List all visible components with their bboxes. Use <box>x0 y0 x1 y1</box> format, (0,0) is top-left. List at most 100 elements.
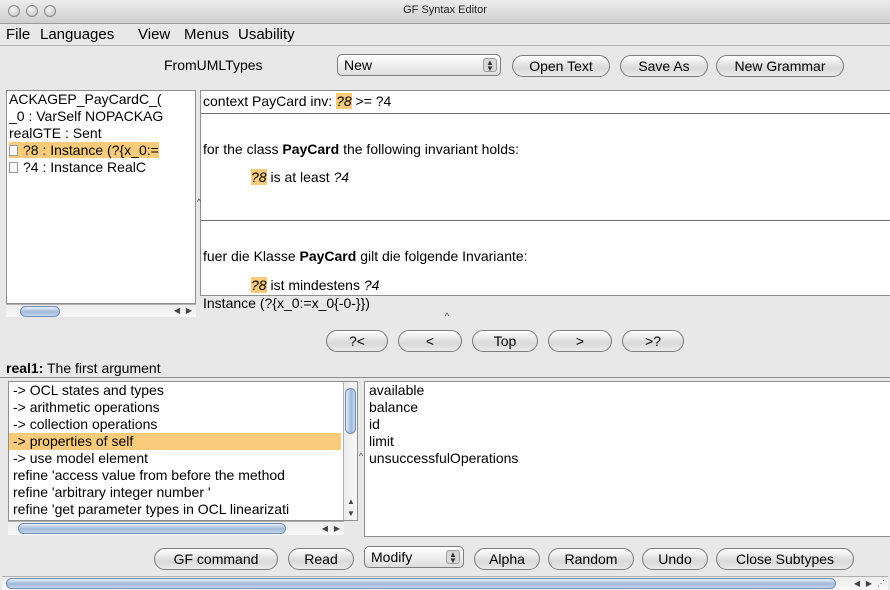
refinement-list[interactable]: -> OCL states and types -> arithmetic op… <box>8 381 358 521</box>
german-text: fuer die Klasse <box>203 248 300 264</box>
list-item[interactable]: refine 'access value from before the met… <box>13 467 285 484</box>
list-item[interactable]: unsuccessfulOperations <box>369 450 518 467</box>
divider <box>201 113 890 114</box>
split-handle-icon[interactable]: ^ <box>442 310 452 322</box>
list-item[interactable]: refine 'arbitrary integer number ' <box>13 484 211 501</box>
english-metavariable[interactable]: ?8 <box>251 169 267 185</box>
scroll-right-icon[interactable]: ▶ <box>184 305 194 317</box>
german-metavariable[interactable]: ?8 <box>251 277 267 293</box>
scroll-left-icon[interactable]: ◀ <box>320 523 330 535</box>
tree-node-label: ?8 : Instance (?{x_0:= <box>23 142 159 158</box>
english-class-name: PayCard <box>282 141 340 157</box>
prev-metavariable-button[interactable]: ?< <box>326 330 388 352</box>
tree-node-selected[interactable]: ?8 : Instance (?{x_0:= <box>9 142 159 158</box>
german-linearization-line1[interactable]: fuer die Klasse PayCard gilt die folgend… <box>203 248 528 264</box>
list-item[interactable]: refine 'get parameter types in OCL linea… <box>13 501 289 518</box>
german-variable[interactable]: ?4 <box>364 277 380 293</box>
attribute-list[interactable]: available balance id limit unsuccessfulO… <box>364 381 890 537</box>
tree-node[interactable]: realGTE : Sent <box>9 125 102 141</box>
undo-button[interactable]: Undo <box>642 548 708 570</box>
ocl-text: >= ?4 <box>351 93 392 109</box>
menu-usability[interactable]: Usability <box>238 26 295 43</box>
next-button[interactable]: > <box>548 330 612 352</box>
scroll-left-icon[interactable]: ◀ <box>852 578 862 590</box>
list-item[interactable]: -> OCL states and types <box>13 382 164 399</box>
new-grammar-button[interactable]: New Grammar <box>716 55 844 77</box>
ocl-text: context PayCard inv: <box>203 93 337 109</box>
list-item[interactable]: balance <box>369 399 418 416</box>
divider <box>0 377 890 378</box>
english-text: is at least <box>266 169 334 185</box>
linearization-view[interactable]: context PayCard inv: ?8 >= ?4 for the cl… <box>200 90 890 296</box>
tree-node[interactable]: ACKAGEP_PayCardC_( <box>9 91 162 107</box>
ocl-linearization[interactable]: context PayCard inv: ?8 >= ?4 <box>203 93 391 109</box>
menu-bar: File Languages View Menus Usability <box>0 24 890 46</box>
next-metavariable-button[interactable]: >? <box>622 330 684 352</box>
window-horizontal-scrollbar[interactable]: ◀ ▶ ⋰ <box>2 576 888 590</box>
abstract-syntax-tree[interactable]: ACKAGEP_PayCardC_( _0 : VarSelf NOPACKAG… <box>6 90 196 304</box>
ocl-metavariable[interactable]: ?8 <box>336 93 352 109</box>
scroll-thumb[interactable] <box>6 578 836 589</box>
select-arrows-icon: ▲ ▼ <box>483 58 497 73</box>
split-handle-icon[interactable]: ^ <box>196 196 202 208</box>
list-item[interactable]: -> collection operations <box>13 416 157 433</box>
german-text: ist mindestens <box>266 277 364 293</box>
scroll-thumb[interactable] <box>18 523 286 534</box>
modify-select[interactable]: Modify ▲ ▼ <box>364 546 464 568</box>
scroll-thumb[interactable] <box>345 388 356 434</box>
refinement-vertical-scrollbar[interactable]: ▲ ▼ <box>343 382 357 520</box>
language-select[interactable]: New ▲ ▼ <box>337 54 501 76</box>
list-item-selected[interactable]: -> properties of self <box>9 433 341 450</box>
english-linearization-line1[interactable]: for the class PayCard the following inva… <box>203 141 519 157</box>
list-item[interactable]: -> arithmetic operations <box>13 399 160 416</box>
menu-menus[interactable]: Menus <box>184 26 229 43</box>
save-as-button[interactable]: Save As <box>620 55 708 77</box>
document-icon <box>9 162 18 173</box>
menu-view[interactable]: View <box>138 26 170 43</box>
list-item[interactable]: -> use model element <box>13 450 148 467</box>
document-icon <box>9 145 18 156</box>
alpha-button[interactable]: Alpha <box>474 548 540 570</box>
list-item[interactable]: id <box>369 416 380 433</box>
resize-grip-icon[interactable]: ⋰ <box>876 578 886 590</box>
menu-file[interactable]: File <box>6 26 30 43</box>
read-button[interactable]: Read <box>288 548 354 570</box>
argument-info: real1: The first argument <box>6 360 161 376</box>
scroll-right-icon[interactable]: ▶ <box>864 578 874 590</box>
gf-syntax-editor-window: GF Syntax Editor File Languages View Men… <box>0 0 890 590</box>
list-item[interactable]: available <box>369 382 424 399</box>
scroll-right-icon[interactable]: ▶ <box>332 523 342 535</box>
top-button[interactable]: Top <box>472 330 538 352</box>
scroll-left-icon[interactable]: ◀ <box>172 305 182 317</box>
status-line: Instance (?{x_0:=x_0{-0-}}) <box>203 295 370 311</box>
scroll-thumb[interactable] <box>20 306 60 317</box>
english-text: for the class <box>203 141 283 157</box>
german-text: gilt die folgende Invariante: <box>356 248 528 264</box>
top-toolbar: FromUMLTypes New ▲ ▼ Open Text Save As Ne… <box>0 46 890 84</box>
tree-horizontal-scrollbar[interactable]: ◀ ▶ <box>6 304 196 317</box>
scroll-up-icon[interactable]: ▲ <box>345 496 357 508</box>
argument-name: real1: <box>6 360 44 376</box>
tree-node[interactable]: ?4 : Instance RealC <box>9 159 146 175</box>
english-text: the following invariant holds: <box>339 141 519 157</box>
gf-command-button[interactable]: GF command <box>154 548 278 570</box>
english-linearization-line2[interactable]: ?8 is at least ?4 <box>251 169 349 185</box>
refinement-horizontal-scrollbar[interactable]: ◀ ▶ <box>8 521 344 535</box>
divider <box>201 220 890 221</box>
tree-node[interactable]: _0 : VarSelf NOPACKAG <box>9 108 163 124</box>
module-label: FromUMLTypes <box>164 57 263 73</box>
split-handle-icon[interactable]: ^ <box>358 450 364 462</box>
menu-languages[interactable]: Languages <box>40 26 114 43</box>
random-button[interactable]: Random <box>548 548 634 570</box>
close-subtypes-button[interactable]: Close Subtypes <box>716 548 854 570</box>
list-item[interactable]: limit <box>369 433 394 450</box>
open-text-button[interactable]: Open Text <box>512 55 610 77</box>
scroll-down-icon[interactable]: ▼ <box>345 508 357 520</box>
prev-button[interactable]: < <box>398 330 462 352</box>
title-bar: GF Syntax Editor <box>0 0 890 24</box>
english-variable[interactable]: ?4 <box>334 169 350 185</box>
window-title: GF Syntax Editor <box>403 4 487 16</box>
tree-node-label: ?4 : Instance RealC <box>23 159 146 175</box>
german-linearization-line2[interactable]: ?8 ist mindestens ?4 <box>251 277 379 293</box>
select-arrows-icon: ▲ ▼ <box>446 550 460 565</box>
